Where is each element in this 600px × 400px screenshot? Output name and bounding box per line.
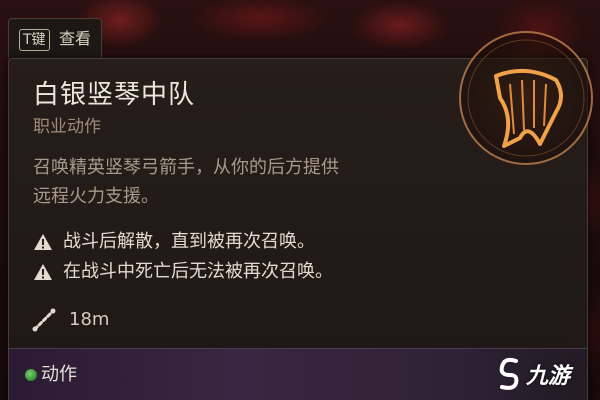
range-ruler-icon — [32, 308, 56, 332]
spell-note: 战斗后解散，直到被再次召唤。 — [33, 229, 315, 255]
harp-spell-icon — [459, 31, 593, 165]
action-resource-dot-icon — [25, 369, 37, 381]
site-logo-icon — [499, 357, 519, 390]
site-watermark: 九游 — [496, 354, 600, 394]
range-value: 18m — [69, 309, 110, 330]
watermark-text: 九游 — [526, 364, 571, 389]
spell-description: 召唤精英竖琴弓箭手，从你的后方提供 远程火力支援。 — [33, 153, 423, 211]
warning-triangle-icon — [34, 264, 52, 280]
spell-range: 18m — [31, 307, 109, 333]
note-text: 战斗后解散，直到被再次召唤。 — [63, 231, 315, 252]
note-text: 在战斗中死亡后无法被再次召唤。 — [63, 261, 333, 282]
key-hint-tab[interactable]: T键 查看 — [8, 18, 102, 59]
description-line: 召唤精英竖琴弓箭手，从你的后方提供 — [33, 157, 339, 178]
action-cost-label: 动作 — [41, 364, 77, 385]
spell-category: 职业动作 — [33, 117, 101, 137]
key-badge: T键 — [19, 29, 50, 51]
spell-note: 在战斗中死亡后无法被再次召唤。 — [33, 259, 333, 285]
key-hint-label: 查看 — [59, 29, 92, 48]
warning-triangle-icon — [34, 234, 52, 250]
spell-title: 白银竖琴中队 — [33, 80, 196, 110]
description-line: 远程火力支援。 — [33, 186, 159, 207]
